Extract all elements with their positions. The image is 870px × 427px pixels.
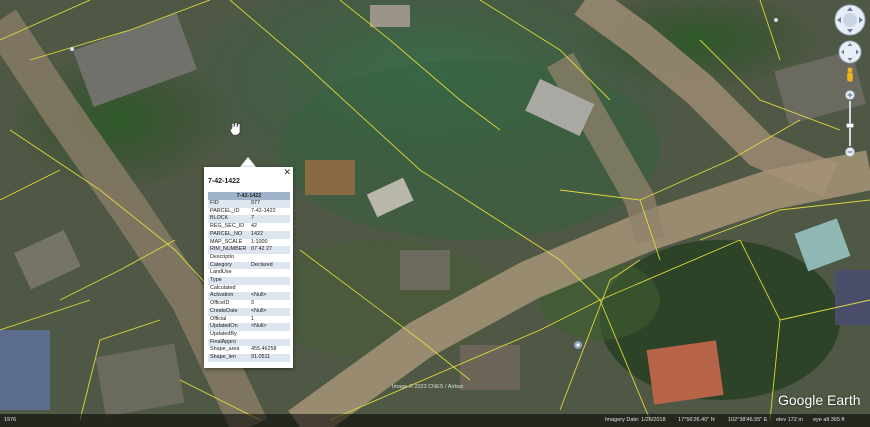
attribute-value bbox=[249, 277, 290, 285]
attribute-row: UpdatedOn <Null> bbox=[208, 323, 290, 331]
attribute-value: Declared bbox=[249, 261, 290, 270]
attribute-key: Category bbox=[208, 261, 249, 270]
attribute-row: UpdatedBy bbox=[208, 330, 290, 339]
attribute-row: OfficeID 3 bbox=[208, 300, 290, 308]
attribute-value: 3 bbox=[249, 300, 290, 308]
attribute-key: REG_SEC_ID bbox=[208, 223, 249, 231]
attribute-value bbox=[249, 253, 290, 262]
building-roof bbox=[370, 5, 410, 27]
attribute-value: 1 bbox=[249, 315, 290, 324]
attribute-row: PARCEL_ID 7-42-1422 bbox=[208, 207, 290, 216]
attribute-value: <Null> bbox=[249, 323, 290, 331]
placemark-dot[interactable] bbox=[774, 18, 778, 22]
status-left-label: 1976 bbox=[4, 417, 17, 423]
attribute-key: UpdatedBy bbox=[208, 330, 249, 339]
attribute-row: FID 977 bbox=[208, 200, 290, 208]
attribute-row: Activation <Null> bbox=[208, 292, 290, 301]
attribute-key: OfficeID bbox=[208, 300, 249, 308]
building-roof bbox=[0, 330, 50, 410]
attribute-value bbox=[249, 330, 290, 339]
attribute-table: 7-42-1422 FID 977 PARCEL_ID 7-42-1422 BLOCK 7… bbox=[208, 192, 290, 362]
attribute-row: RIM_NUMBER 07 42 27 bbox=[208, 246, 290, 254]
latitude-readout: 17°56'26.40" N bbox=[678, 417, 715, 423]
attribute-value bbox=[249, 284, 290, 293]
attribute-value: 7-42-1422 bbox=[249, 207, 290, 216]
attribute-key: PARCEL_NO bbox=[208, 230, 249, 239]
attribute-key: BLOCK bbox=[208, 215, 249, 224]
attribute-key: FID bbox=[208, 200, 249, 208]
attribute-row: MAP_SCALE 1:1000 bbox=[208, 238, 290, 247]
attribute-key: Type bbox=[208, 277, 249, 285]
attribute-row: Shape_area 455.46258 bbox=[208, 346, 290, 355]
zoom-in-button[interactable] bbox=[845, 90, 855, 100]
elevation-readout: elev 172 m bbox=[776, 417, 803, 423]
attribute-key: Activation bbox=[208, 292, 249, 301]
eye-altitude-readout: eye alt 365 ft bbox=[813, 417, 845, 423]
building-roof bbox=[400, 250, 450, 290]
attribute-row: PARCEL_NO 1422 bbox=[208, 230, 290, 239]
building-roof bbox=[305, 160, 355, 195]
balloon-title: 7-42-1422 bbox=[208, 178, 240, 185]
attribute-row: FinalAppro bbox=[208, 338, 290, 347]
attribute-row: REG_SEC_ID 42 bbox=[208, 223, 290, 231]
attribute-row: Descriptio bbox=[208, 253, 290, 262]
attribute-key: Descriptio bbox=[208, 253, 249, 262]
google-earth-logo: Google Earth bbox=[778, 392, 861, 408]
attribute-key: RIM_NUMBER bbox=[208, 246, 249, 254]
longitude-readout: 102°38'46.55" E bbox=[728, 417, 768, 423]
attribute-key: UpdatedOn bbox=[208, 323, 249, 331]
attribute-key: PARCEL_ID bbox=[208, 207, 249, 216]
attribute-value: 91.0511 bbox=[249, 354, 290, 362]
status-bar: 1976 Imagery Date: 1/26/2018 17°56'26.40… bbox=[0, 414, 870, 427]
building-roof bbox=[646, 340, 724, 405]
attribute-row: CreateDate <Null> bbox=[208, 307, 290, 316]
attribute-value: 42 bbox=[249, 223, 290, 231]
zoom-slider-thumb[interactable] bbox=[846, 123, 854, 128]
attribute-key: FinalAppro bbox=[208, 338, 249, 347]
attribute-row: Shape_len 91.0511 bbox=[208, 354, 290, 362]
attribute-key: Shape_area bbox=[208, 346, 249, 355]
attribute-value: 455.46258 bbox=[249, 346, 290, 355]
attribute-key: LandUse bbox=[208, 269, 249, 278]
map-pin-icon[interactable] bbox=[574, 341, 582, 349]
attribute-row: Type bbox=[208, 277, 290, 285]
attribute-row: LandUse bbox=[208, 269, 290, 278]
attribute-row: Official 1 bbox=[208, 315, 290, 324]
look-joystick-icon[interactable] bbox=[834, 4, 866, 36]
attribute-value: 1422 bbox=[249, 230, 290, 239]
attribute-value: 1:1000 bbox=[249, 238, 290, 247]
attribute-key: MAP_SCALE bbox=[208, 238, 249, 247]
attribute-value: <Null> bbox=[249, 292, 290, 301]
attribute-key: Official bbox=[208, 315, 249, 324]
building-roof bbox=[835, 270, 870, 325]
balloon-pointer bbox=[240, 157, 256, 167]
attribute-value: 07 42 27 bbox=[249, 246, 290, 254]
attribute-key: CreateDate bbox=[208, 307, 249, 316]
attribute-value: 977 bbox=[249, 200, 290, 208]
attribute-key: Calculated bbox=[208, 284, 249, 293]
attribute-value: 7 bbox=[249, 215, 290, 224]
attribute-row: Calculated bbox=[208, 284, 290, 293]
attribute-row: Category Declared bbox=[208, 261, 290, 270]
close-icon[interactable]: ✕ bbox=[283, 168, 291, 177]
placemark-dot[interactable] bbox=[70, 47, 74, 51]
attribute-table-header: 7-42-1422 bbox=[208, 192, 290, 200]
attribute-balloon: ✕ 7-42-1422 7-42-1422 FID 977 PARCEL_ID 7-4… bbox=[204, 167, 293, 368]
attribute-row: BLOCK 7 bbox=[208, 215, 290, 224]
navigation-controls bbox=[834, 4, 866, 157]
attribute-value bbox=[249, 338, 290, 347]
attribute-value bbox=[249, 269, 290, 278]
zoom-out-button[interactable] bbox=[845, 147, 855, 157]
street-view-pegman-icon[interactable] bbox=[847, 67, 853, 82]
attribute-key: Shape_len bbox=[208, 354, 249, 362]
move-joystick-icon[interactable] bbox=[838, 40, 862, 64]
attribute-value: <Null> bbox=[249, 307, 290, 316]
imagery-copyright: Image © 2023 CNES / Airbus bbox=[392, 384, 464, 390]
imagery-date: Imagery Date: 1/26/2018 bbox=[605, 417, 666, 423]
satellite-map[interactable] bbox=[0, 0, 870, 427]
